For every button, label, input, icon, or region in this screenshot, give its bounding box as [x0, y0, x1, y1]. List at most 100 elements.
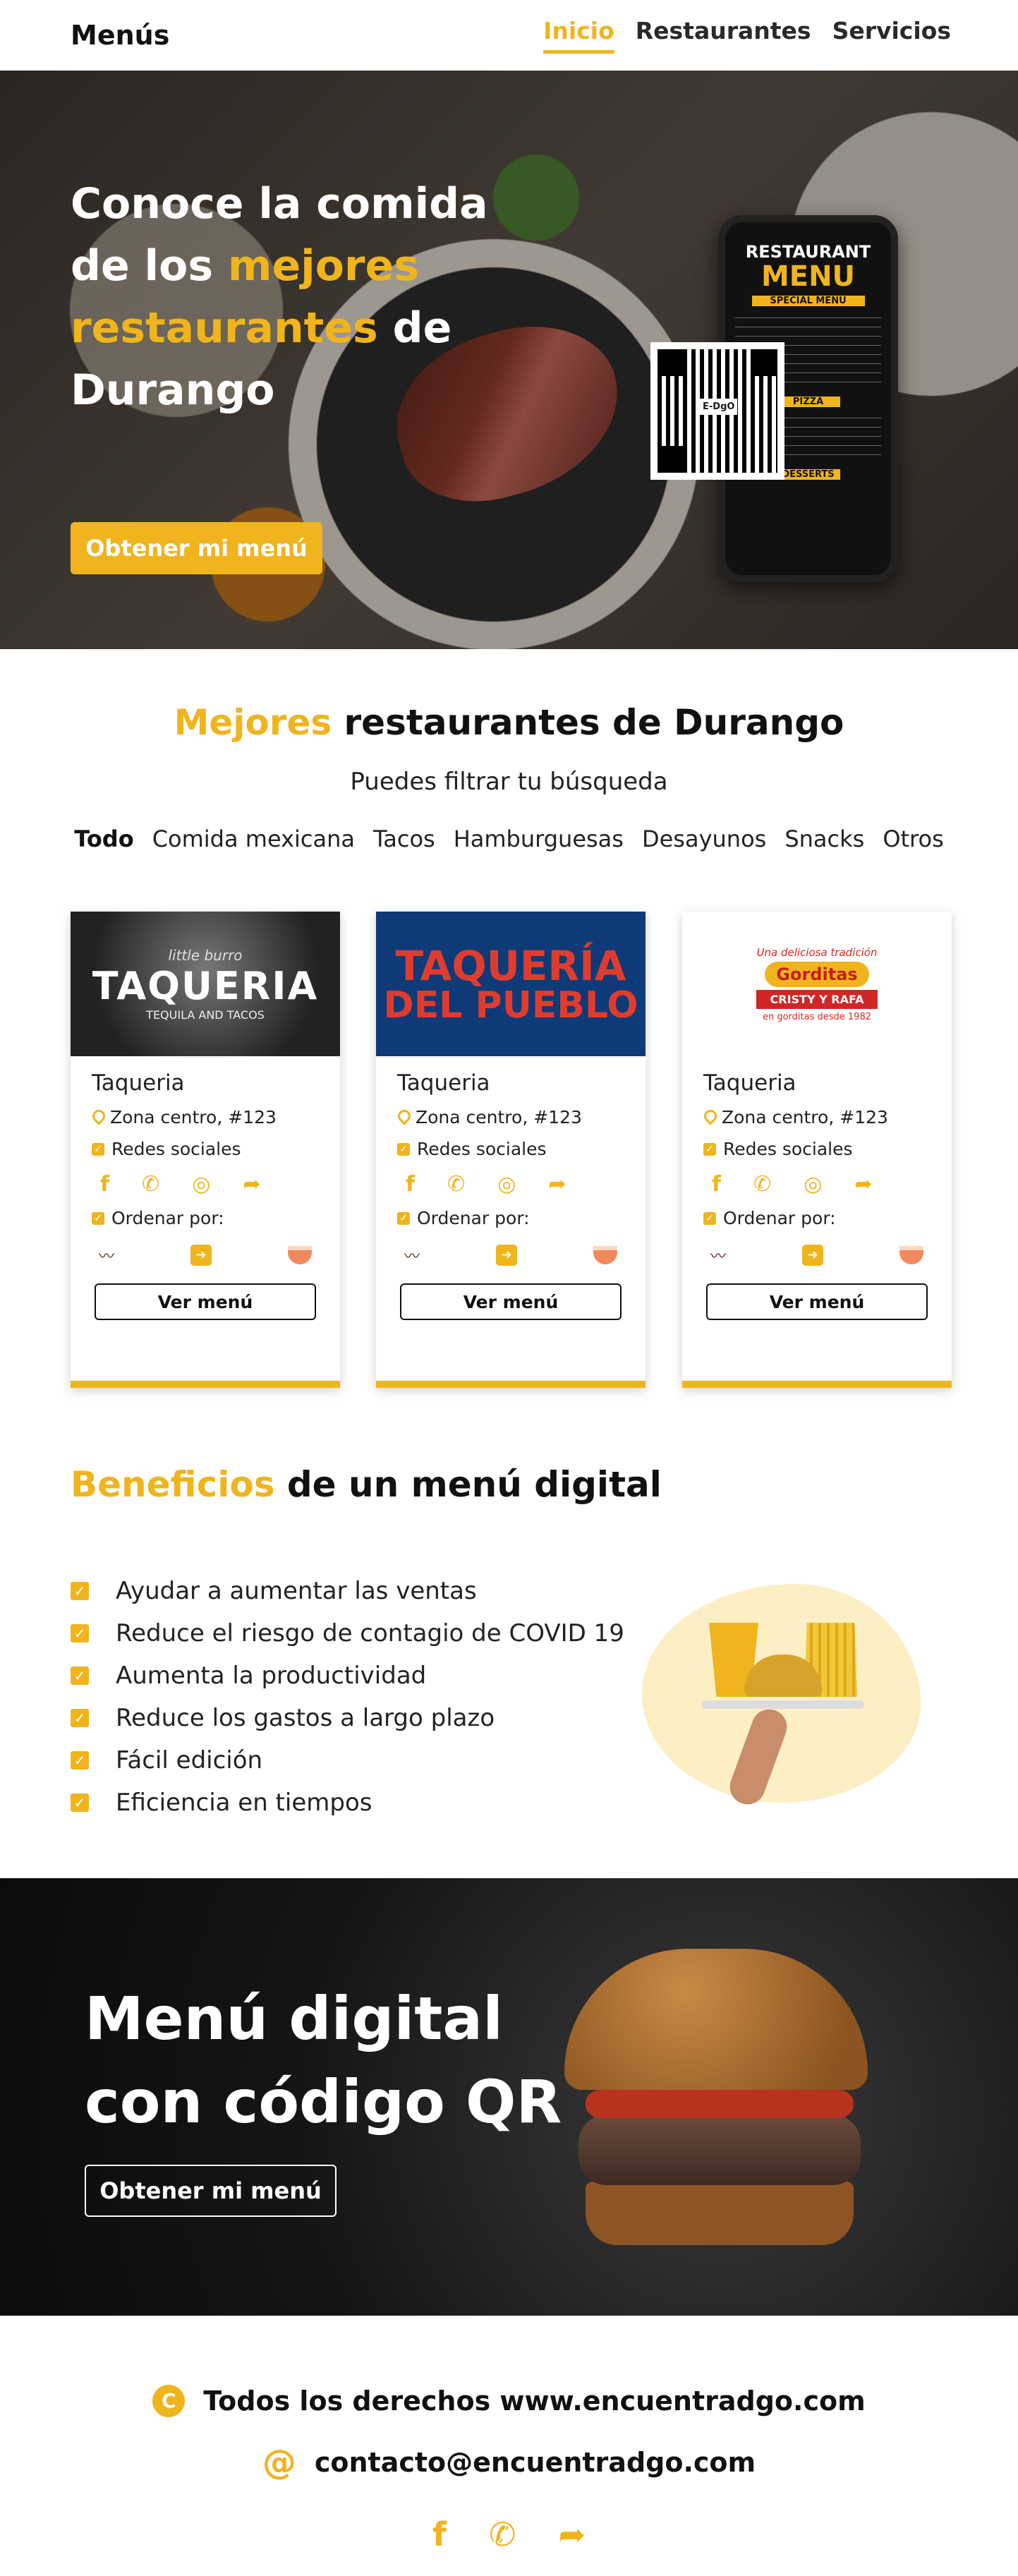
nav-links: Inicio Restaurantes Servicios	[543, 17, 951, 54]
nav-link-restaurantes[interactable]: Restaurantes	[636, 17, 811, 54]
filter-hamburguesas[interactable]: Hamburguesas	[454, 826, 624, 852]
benefit-item: ✓ Reduce los gastos a largo plazo	[71, 1697, 624, 1739]
benefits-title: Beneficios de un menú digital	[71, 1464, 662, 1505]
contact-email-link[interactable]: contacto@encuentradgo.com	[315, 2447, 756, 2478]
facebook-icon[interactable]: f	[712, 1172, 721, 1197]
bowl-delivery-icon[interactable]	[287, 1246, 312, 1264]
delivery-box-icon[interactable]: ➔	[190, 1245, 212, 1266]
copyright-icon: C	[152, 2385, 186, 2417]
restaurant-address: Zona centro, #123	[703, 1107, 931, 1127]
restaurant-card: Una deliciosa tradición Gorditas CRISTY …	[682, 912, 952, 1388]
brand-logo[interactable]: Menús	[71, 20, 169, 51]
facebook-icon[interactable]: f	[406, 1172, 415, 1197]
mustache-delivery-icon[interactable]: 〰	[99, 1244, 114, 1266]
nav-link-inicio[interactable]: Inicio	[543, 17, 614, 54]
whatsapp-icon[interactable]: ✆	[142, 1172, 159, 1197]
share-icon[interactable]: ➦	[548, 1172, 566, 1197]
bowl-delivery-icon[interactable]	[593, 1246, 617, 1264]
hero-section: Conoce la comida de los mejores restaura…	[0, 71, 1018, 649]
phone-menu-desserts: DESSERTS	[776, 469, 840, 480]
share-icon[interactable]: ➦	[854, 1172, 872, 1197]
at-sign-icon: @	[262, 2443, 296, 2482]
share-icon[interactable]: ➦	[243, 1172, 260, 1197]
check-icon: ✓	[71, 1667, 89, 1685]
restaurant-logo: TAQUERÍA DEL PUEBLO	[376, 912, 646, 1056]
location-pin-icon	[703, 1110, 715, 1125]
qr-code-label: E-DgO	[700, 399, 738, 415]
social-label: ✓ Redes sociales	[397, 1139, 624, 1159]
filter-desayunos[interactable]: Desayunos	[642, 826, 766, 852]
instagram-icon[interactable]: ◎	[497, 1172, 516, 1197]
view-menu-button[interactable]: Ver menú	[95, 1283, 316, 1320]
delivery-box-icon[interactable]: ➔	[496, 1245, 517, 1266]
navbar: Menús Inicio Restaurantes Servicios	[0, 0, 1018, 71]
order-label: ✓ Ordenar por:	[703, 1208, 931, 1228]
order-label: ✓ Ordenar por:	[92, 1208, 319, 1228]
bowl-delivery-icon[interactable]	[899, 1246, 923, 1264]
check-icon: ✓	[703, 1211, 716, 1225]
phone-menu-pizza: PIZZA	[776, 397, 840, 407]
filter-snacks[interactable]: Snacks	[784, 826, 864, 852]
phone-menu-subtitle: MENU	[761, 260, 856, 293]
hero-title: Conoce la comida de los mejores restaura…	[71, 179, 488, 415]
social-label: ✓ Redes sociales	[703, 1139, 931, 1159]
check-icon: ✓	[71, 1582, 89, 1600]
banner-title: Menú digital con código QR	[85, 1984, 562, 2136]
hero-get-menu-button[interactable]: Obtener mi menú	[71, 522, 322, 574]
facebook-icon[interactable]: f	[100, 1172, 109, 1197]
benefit-item: ✓ Ayudar a aumentar las ventas	[71, 1570, 624, 1612]
order-label: ✓ Ordenar por:	[397, 1208, 624, 1228]
whatsapp-icon[interactable]: ✆	[753, 1172, 771, 1197]
phone-menu-title: RESTAURANT	[745, 242, 871, 262]
filter-todo[interactable]: Todo	[74, 826, 133, 852]
qr-code-image: E-DgO	[650, 342, 784, 480]
footer-social: f ✆ ➦	[0, 2515, 1018, 2553]
qr-banner: Menú digital con código QR Obtener mi me…	[0, 1878, 1018, 2316]
instagram-icon[interactable]: ◎	[804, 1172, 822, 1197]
filter-tacos[interactable]: Tacos	[373, 826, 435, 852]
restaurant-name: Taqueria	[703, 1070, 796, 1096]
mustache-delivery-icon[interactable]: 〰	[710, 1244, 726, 1266]
check-icon: ✓	[71, 1794, 89, 1812]
check-icon: ✓	[397, 1142, 410, 1156]
check-icon: ✓	[92, 1142, 104, 1156]
location-pin-icon	[92, 1110, 103, 1125]
check-icon: ✓	[71, 1751, 89, 1770]
phone-menu-special: SPECIAL MENU	[751, 296, 865, 306]
restaurant-card: little burro TAQUERIA TEQUILA AND TACOS …	[71, 912, 340, 1388]
restaurant-name: Taqueria	[397, 1070, 490, 1096]
whatsapp-icon[interactable]: ✆	[489, 2515, 516, 2553]
whatsapp-icon[interactable]: ✆	[447, 1172, 465, 1197]
restaurants-title: Mejores restaurantes de Durango	[174, 702, 844, 743]
copyright-text: Todos los derechos www.encuentradgo.com	[203, 2385, 866, 2417]
delivery-box-icon[interactable]: ➔	[802, 1245, 823, 1266]
restaurant-name: Taqueria	[92, 1070, 185, 1096]
restaurant-address: Zona centro, #123	[397, 1107, 624, 1127]
benefit-item: ✓ Eficiencia en tiempos	[71, 1782, 624, 1824]
benefit-item: ✓ Aumenta la productividad	[71, 1655, 624, 1697]
check-icon: ✓	[92, 1211, 104, 1225]
instagram-icon[interactable]: ◎	[192, 1172, 210, 1197]
footer-contact: @ contacto@encuentradgo.com	[0, 2443, 1018, 2482]
view-menu-button[interactable]: Ver menú	[706, 1283, 928, 1320]
view-menu-button[interactable]: Ver menú	[400, 1283, 622, 1320]
facebook-icon[interactable]: f	[432, 2515, 447, 2553]
share-icon[interactable]: ➦	[559, 2515, 586, 2553]
restaurant-logo: little burro TAQUERIA TEQUILA AND TACOS	[71, 912, 340, 1056]
check-icon: ✓	[71, 1624, 89, 1643]
benefit-item: ✓ Fácil edición	[71, 1739, 624, 1782]
benefit-item: ✓ Reduce el riesgo de contagio de COVID 1…	[71, 1612, 624, 1655]
location-pin-icon	[397, 1110, 408, 1125]
restaurants-subtitle: Puedes filtrar tu búsqueda	[350, 768, 668, 796]
footer-copyright: C Todos los derechos www.encuentradgo.co…	[0, 2385, 1018, 2417]
check-icon: ✓	[397, 1211, 410, 1225]
nav-link-servicios[interactable]: Servicios	[832, 17, 951, 54]
banner-get-menu-button[interactable]: Obtener mi menú	[85, 2165, 337, 2217]
check-icon: ✓	[71, 1709, 89, 1727]
mustache-delivery-icon[interactable]: 〰	[404, 1244, 420, 1266]
filter-comida-mexicana[interactable]: Comida mexicana	[152, 826, 355, 852]
benefits-list: ✓ Ayudar a aumentar las ventas ✓ Reduce el…	[71, 1570, 624, 1824]
restaurant-address: Zona centro, #123	[92, 1107, 319, 1127]
check-icon: ✓	[703, 1142, 716, 1156]
filter-otros[interactable]: Otros	[883, 826, 943, 852]
